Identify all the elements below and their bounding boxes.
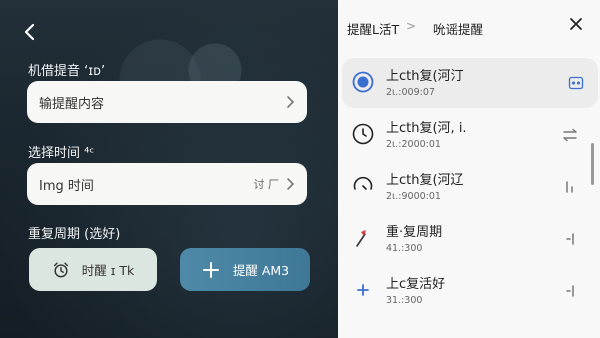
time-field-hint: 讨 厂 (253, 178, 280, 191)
plus-small-icon (357, 284, 369, 296)
time-field-value: Img 时间 (39, 178, 94, 194)
reminder-list-panel: 提醒L活T > 吮谣提醒 上cth复(河汀 2ι.:009:07 上cth复(河… (338, 0, 600, 338)
list-item[interactable]: 上cth复(河汀 2ι.:009:07 (342, 58, 598, 108)
list-item-time: 31.:300 (386, 295, 423, 306)
close-icon[interactable] (568, 16, 584, 32)
breadcrumb-separator: > (406, 19, 417, 33)
half-clock-icon (353, 176, 373, 190)
reminder-content-input[interactable]: 输提醒内容 (27, 81, 307, 123)
radio-selected-icon[interactable] (352, 71, 374, 93)
list-item-title: 上cth复(河辽 (386, 173, 464, 188)
calendar-icon[interactable] (568, 75, 584, 91)
slider-icon[interactable] (562, 231, 578, 247)
alarm-clock-icon (53, 262, 68, 277)
reminder-content-label: 机借提音 ‘ɪᴅ’ (28, 64, 106, 79)
repeat-cycle-label: 重复周期 (选好) (28, 227, 121, 242)
reminder-content-placeholder: 输提醒内容 (39, 96, 105, 112)
plus-icon (202, 261, 219, 278)
clock-icon (352, 123, 374, 145)
reminder-editor-panel: 机借提音 ‘ɪᴅ’ 输提醒内容 选择时间 ⁴ᶜ Img 时间 讨 厂 重复周期 … (0, 0, 338, 338)
list-item-time: 2ι.:9000:01 (386, 191, 441, 202)
list-item-title: 上c复活好 (386, 277, 446, 292)
list-header-title[interactable]: 提醒L活T (347, 19, 399, 38)
list-item[interactable]: 上cth复(河, i. 2ι.:2000:01 (338, 110, 600, 160)
slider-icon[interactable] (562, 283, 578, 299)
slider-icon[interactable] (562, 179, 578, 195)
alarm-button[interactable]: 时醒 ɪ Tk (29, 248, 157, 291)
alarm-button-label: 时醒 ɪ Tk (81, 263, 135, 278)
list-item[interactable]: 上cth复(河辽 2ι.:9000:01 (338, 162, 600, 212)
list-item[interactable]: 重·复周期 41.:300 (338, 214, 600, 264)
select-time-label: 选择时间 ⁴ᶜ (28, 146, 95, 161)
list-item-title: 重·复周期 (386, 225, 443, 240)
add-reminder-button[interactable]: 提醒 AM3 (180, 248, 310, 291)
list-item-time: 2ι.:009:07 (386, 87, 435, 98)
list-header-subtitle[interactable]: 吮谣提醒 (433, 19, 483, 38)
add-reminder-label: 提醒 AM3 (232, 263, 290, 278)
list-item-title: 上cth复(河, i. (386, 121, 467, 136)
list-item-time: 2ι.:2000:01 (386, 139, 441, 150)
time-picker-field[interactable]: Img 时间 讨 厂 (27, 163, 307, 205)
list-item-title: 上cth复(河汀 (386, 69, 464, 84)
swap-icon[interactable] (562, 127, 578, 143)
back-arrow-icon[interactable] (18, 20, 42, 44)
list-item-time: 41.:300 (386, 243, 423, 254)
chevron-right-icon (287, 178, 295, 190)
flag-icon (356, 230, 366, 247)
list-item[interactable]: 上c复活好 31.:300 (338, 266, 600, 316)
chevron-right-icon (287, 96, 295, 108)
